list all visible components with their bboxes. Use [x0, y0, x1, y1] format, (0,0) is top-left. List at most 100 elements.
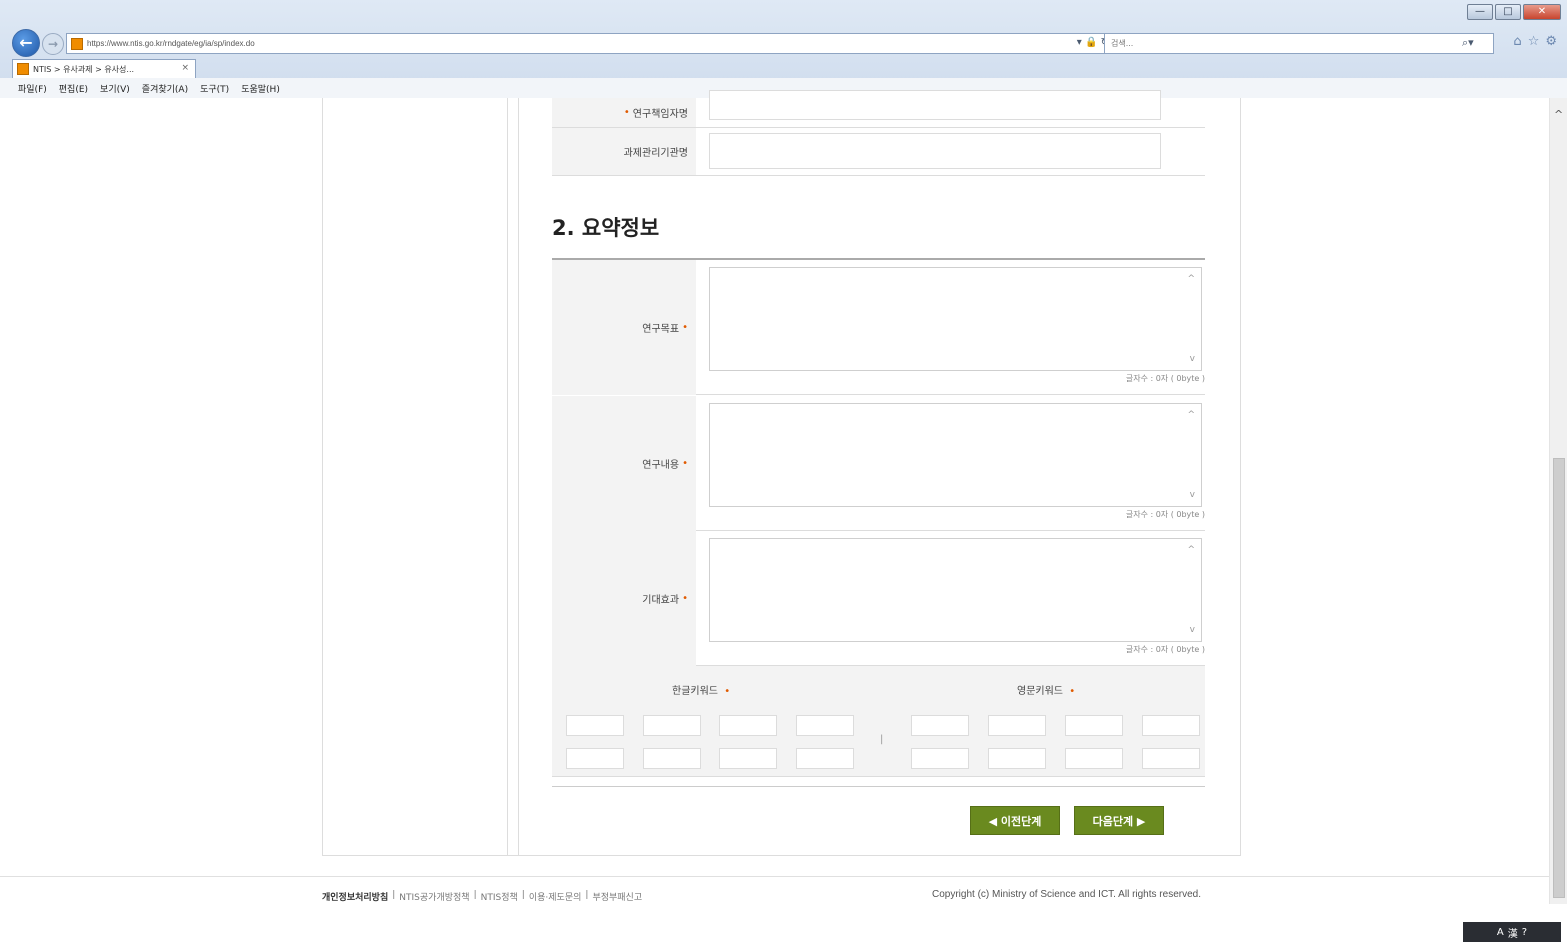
footer-link-inquiry[interactable]: 이용·제도문의: [529, 890, 582, 903]
english-keyword-label: 영문키워드: [1017, 686, 1063, 697]
english-keyword-input[interactable]: [911, 715, 969, 736]
minimize-button[interactable]: —: [1467, 4, 1493, 20]
english-keyword-input[interactable]: [1065, 715, 1123, 736]
english-keyword-input[interactable]: [1142, 715, 1200, 736]
browser-toolbar-icons: ⌂ ☆ ⚙: [1513, 34, 1557, 49]
search-input[interactable]: 검색...: [1104, 33, 1494, 54]
research-content-textarea[interactable]: ^ v: [709, 403, 1202, 507]
previous-step-button[interactable]: ◀ 이전단계: [970, 806, 1060, 835]
tab-favicon-icon: [17, 63, 29, 75]
scroll-down-icon[interactable]: v: [1190, 625, 1195, 635]
english-keyword-header: 영문키워드 •: [1017, 682, 1075, 697]
page-scrollbar[interactable]: ^: [1549, 98, 1567, 904]
close-button[interactable]: ✕: [1523, 4, 1561, 20]
tab-bar: NTIS > 유사과제 > 유사성... ×: [0, 58, 1567, 78]
menu-item-favorites[interactable]: 즐겨찾기(A): [142, 82, 188, 95]
korean-keyword-input[interactable]: [796, 748, 854, 769]
english-keyword-input[interactable]: [988, 715, 1046, 736]
menu-item-edit[interactable]: 편집(E): [59, 82, 88, 95]
back-button[interactable]: ←: [12, 29, 40, 57]
form-row-expected-effect: 기대효과 • ^ v 글자수 : 0자 ( 0byte ): [552, 531, 1205, 666]
menu-item-tools[interactable]: 도구(T): [200, 82, 229, 95]
required-marker: •: [682, 322, 688, 333]
column-divider: [518, 98, 519, 855]
form-bottom-divider: [552, 786, 1205, 787]
form-label: • 연구책임자명: [552, 98, 696, 127]
scroll-up-icon[interactable]: ^: [1187, 274, 1195, 284]
char-count: 글자수 : 0자 ( 0byte ): [1125, 645, 1205, 654]
korean-keyword-input[interactable]: [643, 748, 701, 769]
korean-keyword-input[interactable]: [719, 748, 777, 769]
menu-item-file[interactable]: 파일(F): [18, 82, 47, 95]
site-favicon-icon: [71, 37, 83, 50]
required-marker: •: [1069, 686, 1076, 697]
required-marker: •: [623, 107, 630, 118]
form-row-research-content: 연구내용 • ^ v 글자수 : 0자 ( 0byte ): [552, 396, 1205, 531]
research-goal-textarea[interactable]: ^ v: [709, 267, 1202, 371]
footer-links: 개인정보처리방침 | NTIS공가개방정책 | NTIS정책 | 이용·제도문의 | 부…: [322, 890, 643, 903]
required-marker: •: [682, 458, 688, 469]
korean-keyword-input[interactable]: [566, 715, 624, 736]
scrollbar-thumb[interactable]: [1553, 458, 1565, 898]
window-controls: — □ ✕: [1467, 4, 1561, 20]
footer-link-ntis-policy[interactable]: NTIS정책: [481, 890, 518, 903]
scroll-up-arrow-icon[interactable]: ^: [1554, 108, 1563, 121]
form-label: 연구내용 •: [552, 396, 696, 531]
char-count: 글자수 : 0자 ( 0byte ): [1125, 510, 1205, 519]
korean-keyword-input[interactable]: [796, 715, 854, 736]
tab-close-icon[interactable]: ×: [181, 60, 189, 77]
korean-keyword-input[interactable]: [566, 748, 624, 769]
menu-item-view[interactable]: 보기(V): [100, 82, 130, 95]
home-icon[interactable]: ⌂: [1513, 34, 1521, 49]
form-row-researcher: • 연구책임자명: [552, 90, 1205, 128]
korean-keyword-input[interactable]: [643, 715, 701, 736]
browser-tab[interactable]: NTIS > 유사과제 > 유사성... ×: [12, 59, 196, 78]
lock-icon: 🔒: [1084, 37, 1098, 48]
korean-keyword-label: 한글키워드: [672, 686, 718, 697]
next-step-button[interactable]: 다음단계 ▶: [1074, 806, 1164, 835]
tray-icon[interactable]: 漢: [1508, 925, 1518, 940]
menu-item-help[interactable]: 도움말(H): [241, 82, 280, 95]
english-keyword-input[interactable]: [988, 748, 1046, 769]
korean-keyword-header: 한글키워드 •: [672, 682, 730, 697]
form-label: 기대효과 •: [552, 531, 696, 666]
navigation-bar: ← → https://www.ntis.go.kr/rndgate/eg/ia…: [0, 28, 1567, 58]
form-row-managing-agency: 과제관리기관명: [552, 128, 1205, 176]
english-keyword-input[interactable]: [911, 748, 969, 769]
settings-gear-icon[interactable]: ⚙: [1545, 34, 1557, 49]
footer-link-report[interactable]: 부정부패신고: [592, 890, 642, 903]
tab-title: NTIS > 유사과제 > 유사성...: [33, 64, 135, 74]
forward-arrow-icon: →: [47, 37, 59, 51]
managing-agency-label: 과제관리기관명: [623, 148, 688, 159]
search-icon[interactable]: ⌕▾: [1462, 36, 1474, 50]
keyword-section: 한글키워드 • 영문키워드 • |: [552, 666, 1205, 777]
forward-button[interactable]: →: [42, 33, 64, 55]
form-row-research-goal: 연구목표 • ^ v 글자수 : 0자 ( 0byte ): [552, 260, 1205, 395]
footer-link-open-policy[interactable]: NTIS공가개방정책: [399, 890, 469, 903]
browser-chrome: — □ ✕ ← → https://www.ntis.go.kr/rndgate…: [0, 0, 1567, 98]
keyword-separator: |: [880, 734, 884, 745]
footer-divider: [0, 876, 1553, 877]
column-divider: [507, 98, 508, 855]
help-icon[interactable]: ?: [1522, 927, 1527, 938]
scroll-down-icon[interactable]: v: [1190, 354, 1195, 364]
english-keyword-input[interactable]: [1142, 748, 1200, 769]
expected-effect-label: 기대효과: [642, 595, 680, 606]
system-tray: A 漢 ?: [1463, 922, 1561, 942]
english-keyword-input[interactable]: [1065, 748, 1123, 769]
address-bar[interactable]: https://www.ntis.go.kr/rndgate/eg/ia/sp/…: [66, 33, 1114, 54]
required-marker: •: [724, 686, 731, 697]
footer-link-privacy[interactable]: 개인정보처리방침: [322, 890, 388, 903]
favorites-star-icon[interactable]: ☆: [1528, 34, 1540, 49]
managing-agency-input[interactable]: [709, 133, 1161, 169]
maximize-button[interactable]: □: [1495, 4, 1521, 20]
expected-effect-textarea[interactable]: ^ v: [709, 538, 1202, 642]
back-arrow-icon: ←: [19, 33, 33, 52]
scroll-up-icon[interactable]: ^: [1187, 545, 1195, 555]
ime-icon[interactable]: A: [1497, 927, 1504, 938]
char-count: 글자수 : 0자 ( 0byte ): [1125, 374, 1205, 383]
scroll-down-icon[interactable]: v: [1190, 490, 1195, 500]
researcher-name-input[interactable]: [709, 90, 1161, 120]
scroll-up-icon[interactable]: ^: [1187, 410, 1195, 420]
korean-keyword-input[interactable]: [719, 715, 777, 736]
